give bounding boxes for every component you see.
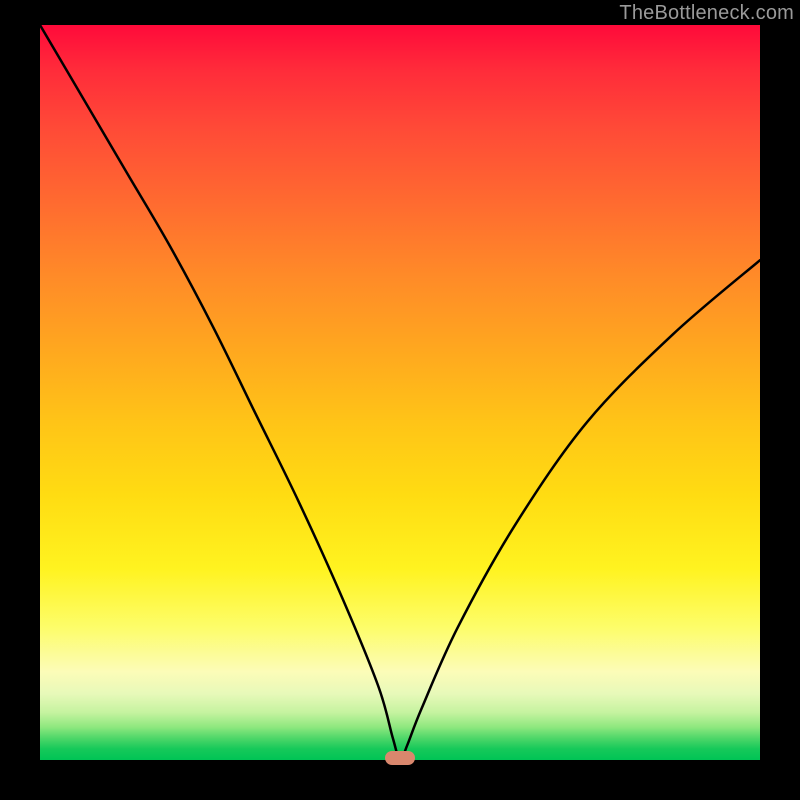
- watermark-text: TheBottleneck.com: [619, 2, 794, 25]
- plot-area: [40, 25, 760, 760]
- optimum-marker: [385, 751, 415, 765]
- chart-frame: TheBottleneck.com: [0, 0, 800, 800]
- bottleneck-curve: [40, 25, 760, 760]
